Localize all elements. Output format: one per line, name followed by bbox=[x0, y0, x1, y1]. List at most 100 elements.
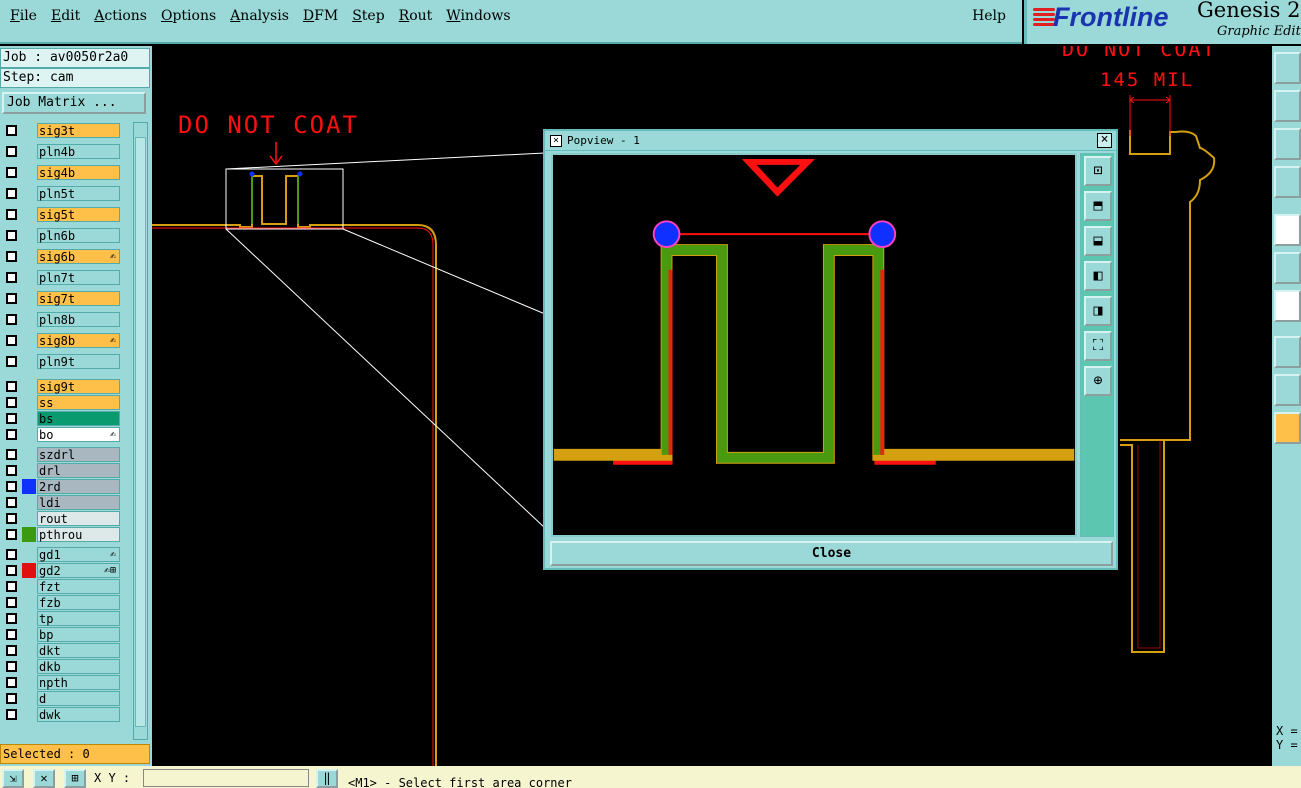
layer-name[interactable]: sig6b ✍ bbox=[37, 249, 120, 264]
layer-name[interactable]: pln5t bbox=[37, 186, 120, 201]
layer-row-pln9t[interactable]: pln9t bbox=[2, 353, 122, 370]
zoom-out-icon[interactable]: ⛶ bbox=[1084, 331, 1112, 361]
close-button[interactable]: Close bbox=[550, 541, 1113, 566]
layer-checkbox[interactable] bbox=[6, 549, 17, 560]
layer-name[interactable]: sig8b ✍ bbox=[37, 333, 120, 348]
menu-step[interactable]: Step bbox=[352, 8, 384, 24]
zoom-home-icon[interactable] bbox=[1274, 128, 1301, 160]
layer-row-dkt[interactable]: dkt bbox=[2, 642, 122, 659]
layer-row-sig9t[interactable]: sig9t bbox=[2, 378, 122, 395]
layer-row-sig7t[interactable]: sig7t bbox=[2, 290, 122, 307]
layer-checkbox[interactable] bbox=[6, 314, 17, 325]
job-matrix-button[interactable]: Job Matrix ... bbox=[2, 92, 146, 114]
select-pointer-icon[interactable] bbox=[1274, 412, 1301, 444]
layer-row-pln5t[interactable]: pln5t bbox=[2, 185, 122, 202]
layer-name[interactable]: pln6b bbox=[37, 228, 120, 243]
layer-checkbox[interactable] bbox=[6, 397, 17, 408]
layer-name[interactable]: sig7t bbox=[37, 291, 120, 306]
layer-checkbox[interactable] bbox=[6, 465, 17, 476]
layer-row-bp[interactable]: bp bbox=[2, 626, 122, 643]
layer-row-sig5t[interactable]: sig5t bbox=[2, 206, 122, 223]
menu-edit[interactable]: Edit bbox=[51, 8, 80, 24]
layer-checkbox[interactable] bbox=[6, 209, 17, 220]
pan-icon[interactable] bbox=[1274, 90, 1301, 122]
layer-name[interactable]: gd2 ✍⊞ bbox=[37, 563, 120, 578]
popview-titlebar[interactable]: × Popview - 1 × bbox=[545, 131, 1116, 151]
layer-row-gd2[interactable]: gd2 ✍⊞ bbox=[2, 562, 122, 579]
layer-row-ss[interactable]: ss bbox=[2, 394, 122, 411]
layer-checkbox[interactable] bbox=[6, 613, 17, 624]
layer-name[interactable]: fzt bbox=[37, 579, 120, 594]
menu-windows[interactable]: Windows bbox=[446, 8, 510, 24]
layer-name[interactable]: pln8b bbox=[37, 312, 120, 327]
layer-name[interactable]: dwk bbox=[37, 707, 120, 722]
layer-row-ldi[interactable]: ldi bbox=[2, 494, 122, 511]
layer-name[interactable]: ldi bbox=[37, 495, 120, 510]
layer-name[interactable]: sig4b bbox=[37, 165, 120, 180]
menu-analysis[interactable]: Analysis bbox=[230, 8, 289, 24]
layer-name[interactable]: bs bbox=[37, 411, 120, 426]
layer-row-bo[interactable]: bo ✍ bbox=[2, 426, 122, 443]
layer-row-rout[interactable]: rout bbox=[2, 510, 122, 527]
layer-name[interactable]: sig9t bbox=[37, 379, 120, 394]
layer-checkbox[interactable] bbox=[6, 497, 17, 508]
layer-name[interactable]: pln7t bbox=[37, 270, 120, 285]
menu-rout[interactable]: Rout bbox=[399, 8, 433, 24]
layer-row-2rd[interactable]: 2rd bbox=[2, 478, 122, 495]
layer-name[interactable]: dkt bbox=[37, 643, 120, 658]
connect-icon[interactable] bbox=[1274, 252, 1301, 284]
layer-checkbox[interactable] bbox=[6, 693, 17, 704]
layer-name[interactable]: sig3t bbox=[37, 123, 120, 138]
layer-row-pln7t[interactable]: pln7t bbox=[2, 269, 122, 286]
layer-name[interactable]: 2rd bbox=[37, 479, 120, 494]
layer-row-pln6b[interactable]: pln6b bbox=[2, 227, 122, 244]
layer-checkbox[interactable] bbox=[6, 413, 17, 424]
popview-canvas[interactable] bbox=[551, 153, 1077, 537]
layer-name[interactable]: tp bbox=[37, 611, 120, 626]
layer-row-drl[interactable]: drl bbox=[2, 462, 122, 479]
layer-checkbox[interactable] bbox=[6, 645, 17, 656]
layer-name[interactable]: sig5t bbox=[37, 207, 120, 222]
layer-name[interactable]: pln9t bbox=[37, 354, 120, 369]
pan-down-icon[interactable]: ⬓ bbox=[1084, 226, 1112, 256]
layer-row-npth[interactable]: npth bbox=[2, 674, 122, 691]
add-feature-icon[interactable] bbox=[1274, 214, 1301, 246]
window-menu-icon[interactable]: × bbox=[550, 135, 562, 147]
layer-checkbox[interactable] bbox=[6, 125, 17, 136]
menu-dfm[interactable]: DFM bbox=[303, 8, 338, 24]
layer-row-pln8b[interactable]: pln8b bbox=[2, 311, 122, 328]
menu-options[interactable]: Options bbox=[161, 8, 216, 24]
layer-name[interactable]: bp bbox=[37, 627, 120, 642]
layer-name[interactable]: gd1 ✍ bbox=[37, 547, 120, 562]
layer-row-dkb[interactable]: dkb bbox=[2, 658, 122, 675]
layer-checkbox[interactable] bbox=[6, 449, 17, 460]
layer-row-tp[interactable]: tp bbox=[2, 610, 122, 627]
layer-row-pthrou[interactable]: pthrou bbox=[2, 526, 122, 543]
select-icon[interactable]: ⇲ bbox=[2, 769, 24, 788]
zoom-in-icon[interactable]: ⊕ bbox=[1084, 366, 1112, 396]
layer-name[interactable]: rout bbox=[37, 511, 120, 526]
layer-checkbox[interactable] bbox=[6, 709, 17, 720]
layer-row-sig3t[interactable]: sig3t bbox=[2, 122, 122, 139]
layer-checkbox[interactable] bbox=[6, 529, 17, 540]
scrollbar-thumb[interactable] bbox=[135, 137, 146, 727]
cancel-icon[interactable]: ✕ bbox=[33, 769, 55, 788]
edit-line-icon[interactable] bbox=[1274, 290, 1301, 322]
layer-checkbox[interactable] bbox=[6, 677, 17, 688]
layer-checkbox[interactable] bbox=[6, 381, 17, 392]
layer-checkbox[interactable] bbox=[6, 565, 17, 576]
layer-row-fzt[interactable]: fzt bbox=[2, 578, 122, 595]
layer-checkbox[interactable] bbox=[6, 335, 17, 346]
layer-list-scrollbar[interactable] bbox=[133, 122, 148, 740]
layer-row-gd1[interactable]: gd1 ✍ bbox=[2, 546, 122, 563]
layer-row-dwk[interactable]: dwk bbox=[2, 706, 122, 723]
layer-row-fzb[interactable]: fzb bbox=[2, 594, 122, 611]
layer-row-sig4b[interactable]: sig4b bbox=[2, 164, 122, 181]
layer-row-pln4b[interactable]: pln4b bbox=[2, 143, 122, 160]
menu-help[interactable]: Help bbox=[972, 8, 1006, 24]
layer-row-bs[interactable]: bs bbox=[2, 410, 122, 427]
angle-icon[interactable] bbox=[1274, 374, 1301, 406]
pause-icon[interactable]: ‖ bbox=[316, 769, 338, 788]
layer-checkbox[interactable] bbox=[6, 146, 17, 157]
layer-checkbox[interactable] bbox=[6, 481, 17, 492]
